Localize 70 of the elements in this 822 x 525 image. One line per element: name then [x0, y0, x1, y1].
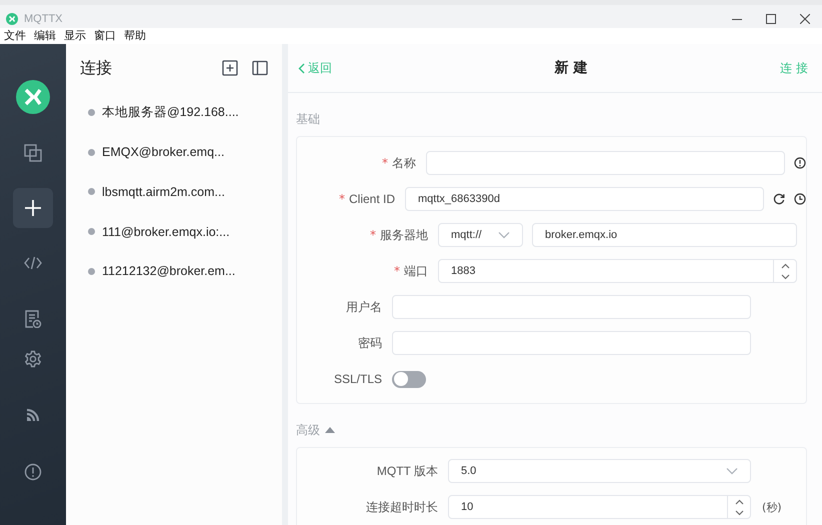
status-dot: [88, 109, 95, 116]
field-label: 用户名: [345, 298, 383, 316]
plus-icon: [24, 199, 42, 217]
number-field[interactable]: 1883: [438, 259, 797, 283]
number-field[interactable]: 10: [448, 495, 751, 519]
menu-item[interactable]: 帮助: [124, 28, 146, 44]
app-logo-icon: [6, 13, 18, 25]
field-label: 密码: [357, 334, 383, 352]
input-field[interactable]: broker.emqx.io: [532, 223, 797, 247]
toggle-switch[interactable]: [392, 370, 426, 388]
info-icon: [24, 463, 42, 481]
refresh-icon[interactable]: [773, 193, 785, 205]
input-field[interactable]: [426, 151, 785, 175]
increment-icon[interactable]: [780, 262, 790, 268]
menu-item[interactable]: 窗口: [94, 28, 116, 44]
collapse-icon[interactable]: [325, 426, 335, 434]
document-clock-icon: [24, 310, 42, 328]
connection-item[interactable]: 本地服务器@192.168....: [66, 93, 282, 133]
required-mark: *: [370, 228, 376, 242]
connection-item[interactable]: 11212132@broker.em...: [66, 251, 282, 291]
required-mark: *: [394, 264, 400, 278]
copy-icon: [24, 144, 42, 162]
add-icon[interactable]: [222, 60, 238, 76]
input-field[interactable]: [392, 295, 751, 319]
field-label: 服务器地: [380, 226, 429, 244]
maximize-icon: [766, 14, 776, 24]
menu-item[interactable]: 文件: [4, 28, 26, 44]
decrement-icon[interactable]: [780, 274, 790, 280]
logo-icon: [16, 80, 50, 114]
feed-icon: [24, 406, 42, 424]
status-dot: [88, 268, 95, 275]
field-label: Client ID: [348, 192, 396, 206]
close-icon: [800, 14, 810, 24]
increment-icon[interactable]: [734, 498, 744, 504]
status-dot: [88, 188, 95, 196]
chevron-down-icon: [498, 231, 510, 239]
code-icon: [24, 254, 42, 272]
field-label: MQTT 版本: [376, 462, 439, 480]
panel-title: 连接: [80, 58, 112, 78]
settings-icon: [24, 350, 42, 368]
chevron-down-icon: [726, 467, 738, 475]
field-label: 名称: [392, 154, 417, 172]
section-title: 基础: [296, 110, 320, 128]
field-label: SSL/TLS: [332, 372, 383, 386]
input-field[interactable]: [392, 331, 751, 355]
window-title: MQTTX: [24, 13, 62, 25]
field-label: 连接超时时长: [365, 498, 439, 516]
field-label: 端口: [404, 262, 429, 280]
status-dot: [88, 228, 95, 236]
unit-label: (秒): [762, 500, 782, 514]
nav-button[interactable]: [13, 188, 53, 228]
chevron-left-icon: [298, 62, 305, 74]
required-mark: *: [338, 192, 345, 206]
decrement-icon[interactable]: [734, 510, 744, 516]
section-title: 高级: [296, 422, 320, 438]
connection-item[interactable]: 111@broker.emqx.io:...: [66, 212, 282, 252]
required-mark: *: [382, 156, 388, 170]
dropdown[interactable]: 5.0: [448, 459, 751, 483]
info-icon[interactable]: [794, 157, 806, 169]
page-title: 新 建: [554, 59, 588, 77]
clock-icon[interactable]: [794, 193, 806, 205]
status-dot: [88, 148, 95, 156]
input-field[interactable]: mqttx_6863390d: [405, 187, 764, 211]
nav-button[interactable]: [13, 77, 53, 117]
menu-item[interactable]: 显示: [64, 28, 86, 44]
connection-item[interactable]: lbsmqtt.airm2m.com...: [66, 172, 282, 212]
menu-item[interactable]: 编辑: [34, 28, 56, 44]
connection-item[interactable]: EMQX@broker.emq...: [66, 132, 282, 172]
sidebar-toggle-icon[interactable]: [252, 60, 268, 76]
protocol-dropdown[interactable]: mqtt://: [438, 223, 523, 247]
